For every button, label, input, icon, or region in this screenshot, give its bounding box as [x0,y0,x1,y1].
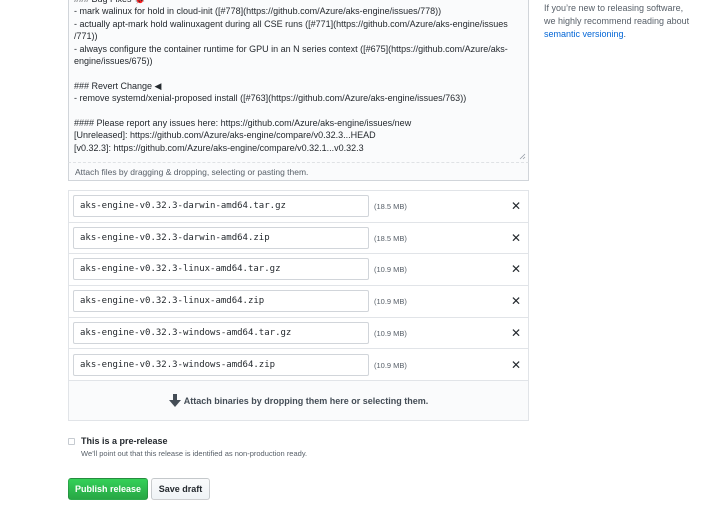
dropzone-label: Attach binaries by dropping them here or… [183,396,429,406]
asset-row: aks-engine-v0.32.3-windows-amd64.zip (10… [69,350,528,382]
editor-line: [Unreleased]: https://github.com/Azure/a… [74,130,376,141]
editor-line: [v0.32.3]: https://github.com/Azure/aks-… [74,142,364,153]
asset-row: aks-engine-v0.32.3-windows-amd64.tar.gz … [69,318,528,350]
asset-size: (10.9 MB) [374,360,407,370]
editor-line: - remove systemd/xenial-proposed install… [74,93,467,104]
binaries-dropzone[interactable]: Attach binaries by dropping them here or… [69,381,528,420]
prerelease-checkbox[interactable] [68,438,75,445]
remove-asset-icon[interactable]: ✕ [510,326,522,340]
asset-name-field[interactable]: aks-engine-v0.32.3-windows-amd64.zip [73,353,369,376]
resize-grip-icon[interactable] [519,153,526,160]
asset-size: (10.9 MB) [374,265,407,275]
asset-size: (18.5 MB) [374,233,407,243]
attach-files-hint: Attach files by dragging & dropping, sel… [75,167,309,177]
editor-line: engine/issues/675)) [74,55,153,66]
asset-name-field[interactable]: aks-engine-v0.32.3-darwin-amd64.zip [73,226,369,249]
remove-asset-icon[interactable]: ✕ [510,358,522,372]
asset-row: aks-engine-v0.32.3-linux-amd64.tar.gz (1… [69,254,528,287]
editor-line: - mark walinux for hold in cloud-init ([… [74,6,442,17]
asset-name-field[interactable]: aks-engine-v0.32.3-linux-amd64.zip [73,290,369,313]
release-notes-textarea[interactable]: ### Bug Fixes 🐞- mark walinux for hold i… [68,0,529,162]
semantic-versioning-link[interactable]: semantic versioning [544,29,624,39]
asset-size: (18.5 MB) [374,202,407,211]
release-assets: aks-engine-v0.32.3-darwin-amd64.tar.gz (… [68,190,529,421]
remove-asset-icon[interactable]: ✕ [510,294,522,308]
attach-files-bar[interactable]: Attach files by dragging & dropping, sel… [68,162,529,181]
editor-line: ### Revert Change ◀ [74,80,162,91]
semver-tip-end: . [623,29,627,39]
save-draft-button[interactable]: Save draft [151,478,210,500]
remove-asset-icon[interactable]: ✕ [510,199,522,213]
editor-line: #### Please report any issues here: http… [74,117,412,128]
editor-line: - always configure the container runtime… [74,43,508,54]
prerelease-label[interactable]: This is a pre-release [81,436,168,446]
editor-line: - actually apt-mark hold walinuxagent du… [74,18,508,29]
prerelease-note: We’ll point out that this release is ide… [81,449,308,458]
semver-tip: If you’re new to releasing software, we … [544,2,694,41]
asset-size: (10.9 MB) [374,297,407,307]
asset-row: aks-engine-v0.32.3-darwin-amd64.tar.gz (… [69,191,528,223]
asset-name-field[interactable]: aks-engine-v0.32.3-linux-amd64.tar.gz [73,258,369,281]
asset-size: (10.9 MB) [374,328,407,338]
asset-name-field[interactable]: aks-engine-v0.32.3-darwin-amd64.tar.gz [73,195,369,217]
asset-row: aks-engine-v0.32.3-darwin-amd64.zip (18.… [69,223,528,255]
publish-release-button[interactable]: Publish release [68,478,148,500]
asset-row: aks-engine-v0.32.3-linux-amd64.zip (10.9… [69,286,528,318]
remove-asset-icon[interactable]: ✕ [510,262,522,276]
semver-tip-text: If you’re new to releasing software, we … [544,3,690,26]
arrow-down-icon [168,394,181,407]
remove-asset-icon[interactable]: ✕ [510,231,522,245]
editor-line: /771)) [74,31,98,42]
asset-name-field[interactable]: aks-engine-v0.32.3-windows-amd64.tar.gz [73,321,369,344]
release-notes-content[interactable]: ### Bug Fixes 🐞- mark walinux for hold i… [74,0,526,154]
